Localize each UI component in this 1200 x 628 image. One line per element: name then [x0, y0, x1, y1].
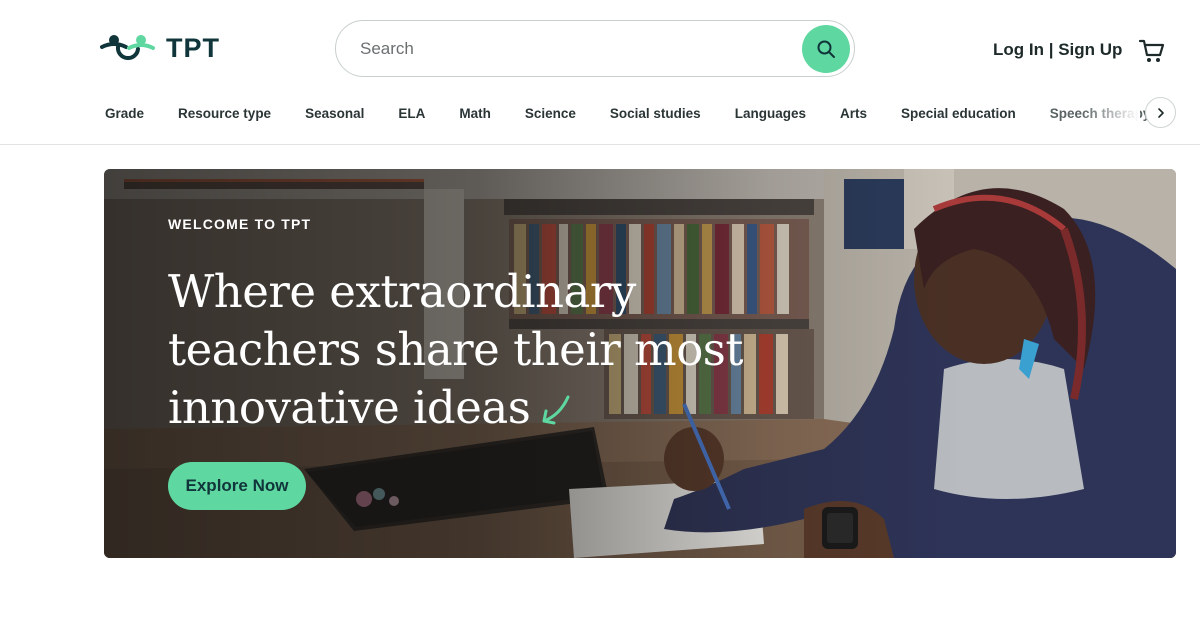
nav-item-resource-type[interactable]: Resource type — [178, 106, 271, 121]
tpt-logo-mark-icon — [100, 35, 155, 60]
cart-icon — [1138, 39, 1165, 62]
cart-button[interactable] — [1138, 37, 1166, 65]
hero-banner: WELCOME TO TPT Where extraordinary teach… — [104, 169, 1176, 558]
auth-links: Log In | Sign Up — [993, 40, 1122, 60]
nav-item-seasonal[interactable]: Seasonal — [305, 106, 364, 121]
site-header: TPT Log In | Sign Up Grade Resource type… — [0, 0, 1200, 145]
search-button[interactable] — [802, 25, 850, 73]
nav-item-special-education[interactable]: Special education — [901, 106, 1016, 121]
signup-link[interactable]: Sign Up — [1058, 40, 1122, 59]
nav-item-social-studies[interactable]: Social studies — [610, 106, 701, 121]
explore-now-button[interactable]: Explore Now — [168, 462, 306, 510]
search-input[interactable] — [360, 35, 780, 63]
nav-fade-overlay — [1080, 96, 1140, 130]
tpt-logo[interactable]: TPT — [100, 30, 220, 66]
hero-headline-line3: innovative ideas — [168, 381, 531, 434]
down-left-arrow-icon — [538, 383, 572, 441]
hero-headline-line1: Where extraordinary — [168, 265, 636, 318]
category-nav: Grade Resource type Seasonal ELA Math Sc… — [105, 102, 1184, 124]
hero-headline: Where extraordinary teachers share their… — [168, 263, 768, 441]
nav-item-science[interactable]: Science — [525, 106, 576, 121]
nav-item-ela[interactable]: ELA — [398, 106, 425, 121]
hero-headline-line2: teachers share their most — [168, 323, 743, 376]
nav-item-languages[interactable]: Languages — [735, 106, 806, 121]
auth-separator: | — [1043, 40, 1059, 59]
search-bar — [335, 20, 855, 77]
nav-item-grade[interactable]: Grade — [105, 106, 144, 121]
nav-item-arts[interactable]: Arts — [840, 106, 867, 121]
logo-text: TPT — [166, 32, 220, 63]
chevron-right-icon — [1157, 107, 1164, 118]
login-link[interactable]: Log In — [993, 40, 1044, 59]
nav-item-math[interactable]: Math — [459, 106, 491, 121]
search-icon — [817, 40, 835, 58]
hero-eyebrow: WELCOME TO TPT — [168, 216, 312, 232]
nav-scroll-next-button[interactable] — [1145, 97, 1176, 128]
